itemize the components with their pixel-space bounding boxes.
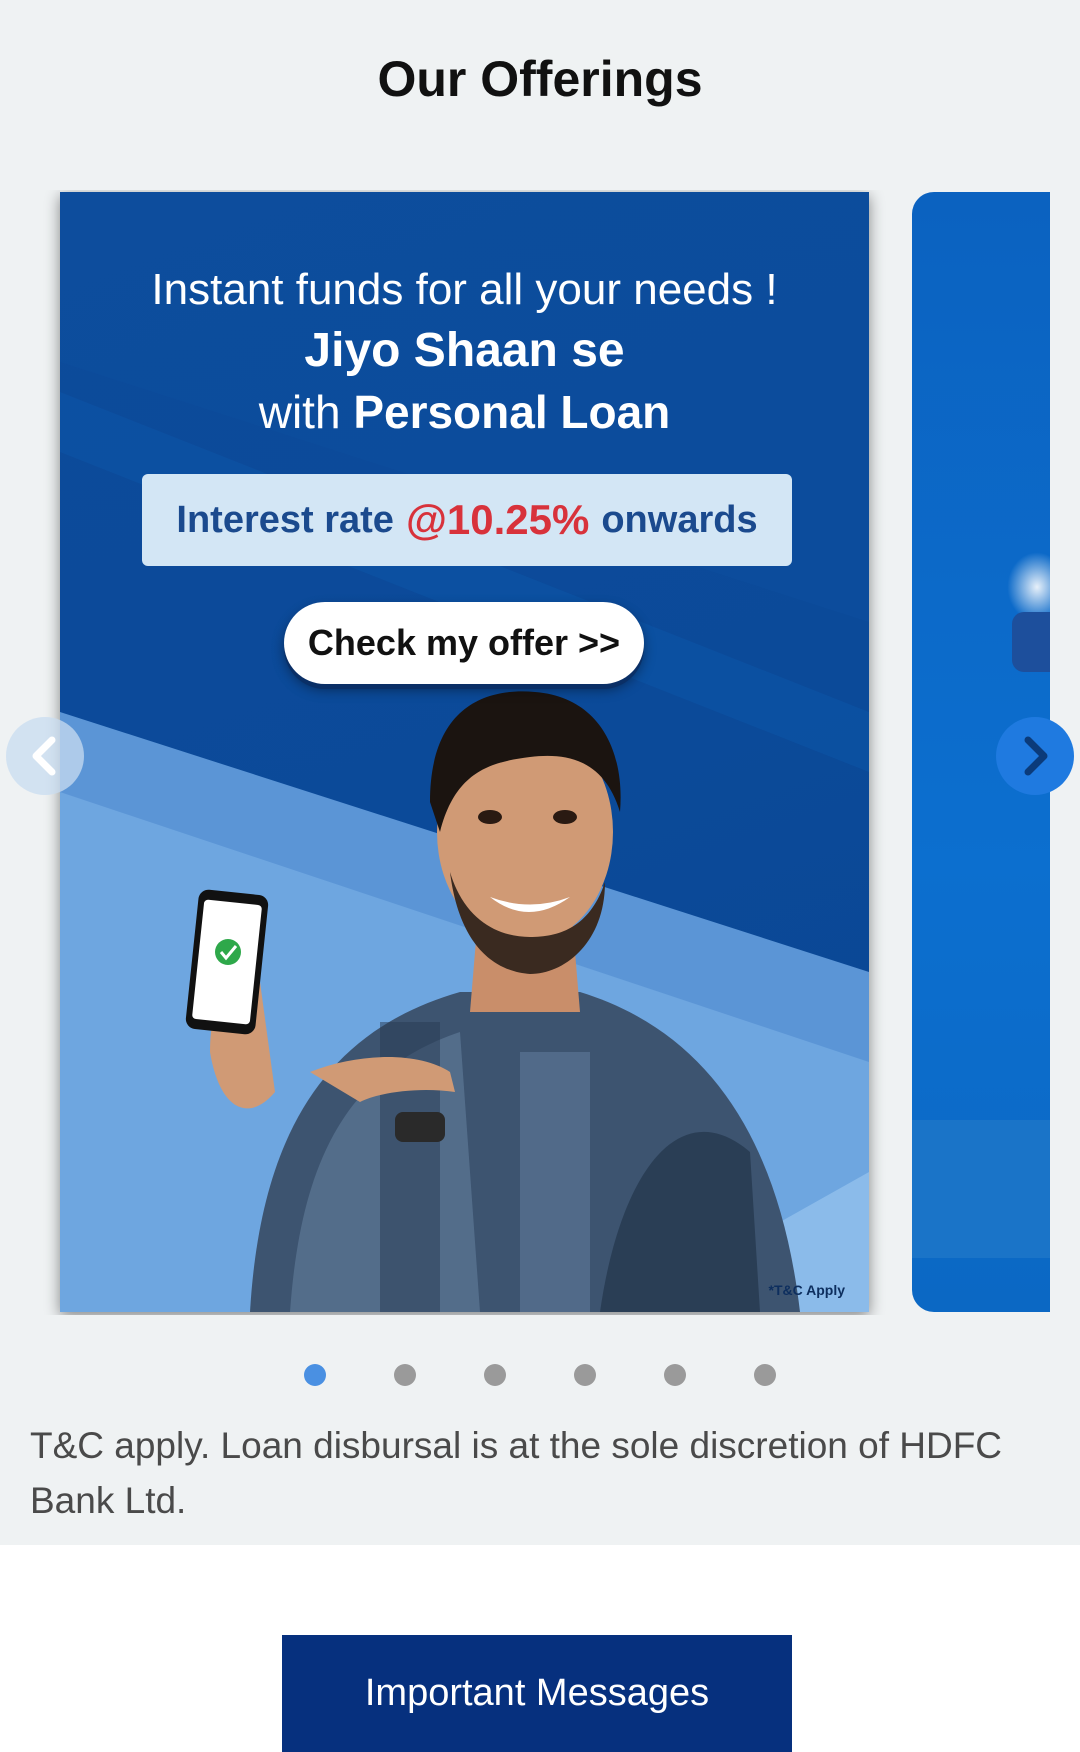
promo-line-3-prefix: with xyxy=(258,386,341,438)
section-title: Our Offerings xyxy=(377,51,703,107)
rate-suffix: onwards xyxy=(601,498,758,541)
chevron-right-icon xyxy=(1024,736,1048,776)
personal-loan-banner[interactable]: Instant funds for all your needs ! Jiyo … xyxy=(60,192,869,1312)
pagination-dot-3[interactable] xyxy=(484,1364,506,1386)
interest-rate-box: Interest rate @10.25% onwards xyxy=(142,474,792,566)
pagination-dot-5[interactable] xyxy=(664,1364,686,1386)
pagination-dot-6[interactable] xyxy=(754,1364,776,1386)
pagination-dot-1[interactable] xyxy=(304,1364,326,1386)
promo-heading: Instant funds for all your needs ! Jiyo … xyxy=(60,260,869,442)
rate-value: @10.25% xyxy=(405,496,590,543)
lamp-illustration xyxy=(1012,612,1050,672)
carousel-prev-button[interactable] xyxy=(6,717,84,795)
carousel-next-button[interactable] xyxy=(996,717,1074,795)
offerings-section: Our Offerings Instant funds for all your… xyxy=(0,0,1080,1545)
chevron-left-icon xyxy=(32,736,56,776)
promo-line-3: with Personal Loan xyxy=(60,382,869,442)
carousel-pagination xyxy=(0,1360,1080,1390)
promo-line-3-product: Personal Loan xyxy=(353,386,671,438)
check-offer-button[interactable]: Check my offer >> xyxy=(284,602,644,684)
peek-band xyxy=(912,1120,1050,1258)
pagination-dot-4[interactable] xyxy=(574,1364,596,1386)
promo-line-2: Jiyo Shaan se xyxy=(304,324,625,377)
rate-prefix: Interest rate xyxy=(176,498,394,541)
phone-illustration xyxy=(185,889,269,1035)
tc-apply-note: *T&C Apply xyxy=(768,1282,845,1298)
promo-line-1: Instant funds for all your needs ! xyxy=(151,265,778,314)
important-messages-button[interactable]: Important Messages xyxy=(282,1635,792,1752)
loan-disclaimer: T&C apply. Loan disbursal is at the sole… xyxy=(30,1425,1003,1521)
offers-carousel[interactable]: Instant funds for all your needs ! Jiyo … xyxy=(0,190,1050,1315)
pagination-dot-2[interactable] xyxy=(394,1364,416,1386)
